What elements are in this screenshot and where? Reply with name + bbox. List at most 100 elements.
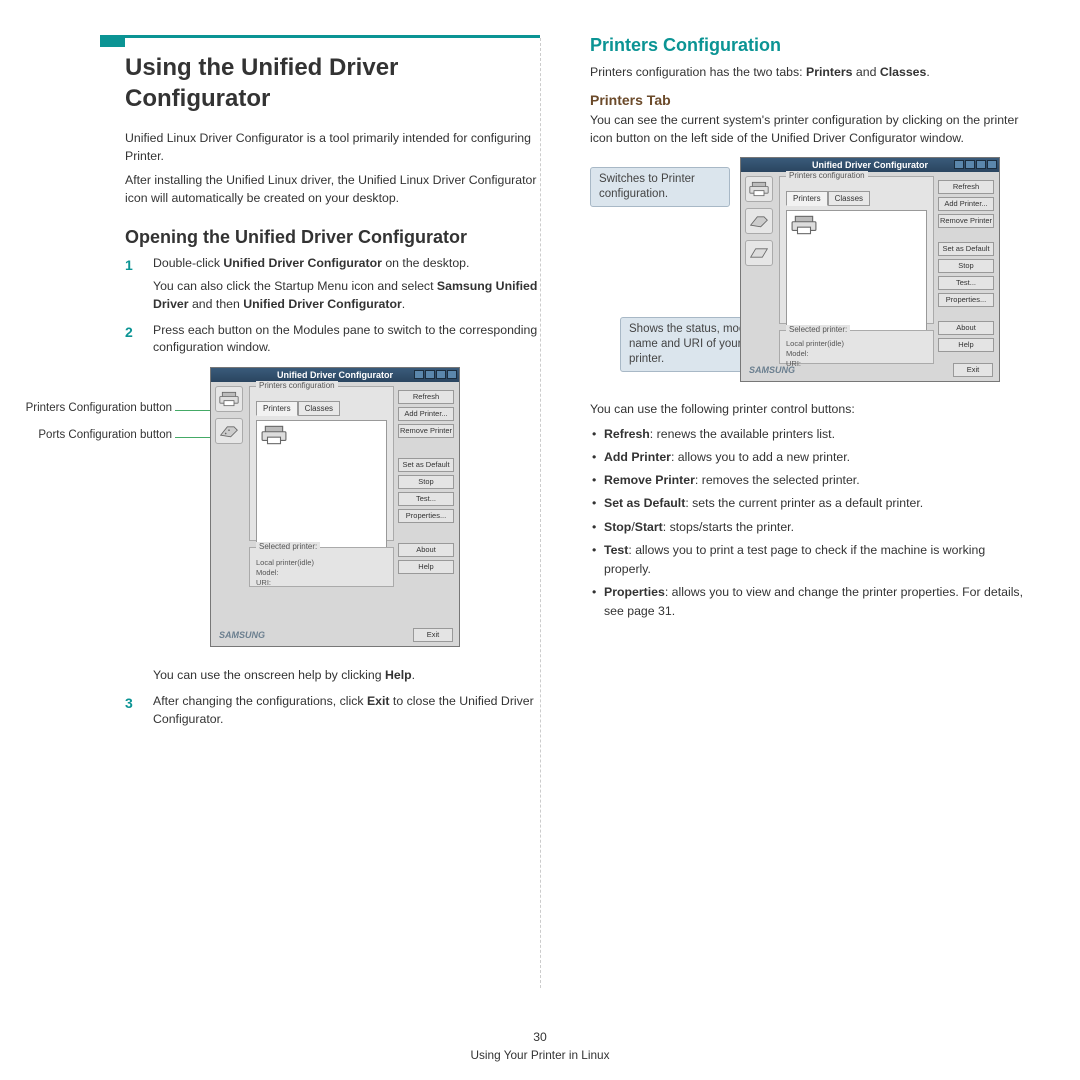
text: : removes the selected printer. — [695, 473, 860, 487]
bold-text: Help — [385, 668, 412, 682]
scanners-module-button[interactable] — [745, 240, 773, 266]
bold-text: Set as Default — [604, 496, 685, 510]
page-number: 30 — [0, 1030, 1080, 1044]
accent-bar — [100, 35, 125, 47]
window-footer: SAMSUNG Exit — [749, 363, 993, 377]
control-buttons: Refresh Add Printer... Remove Printer Se… — [938, 180, 994, 352]
text: : renews the available printers list. — [650, 427, 835, 441]
text: on the desktop. — [382, 256, 470, 270]
bold-text: Unified Driver Configurator — [223, 256, 382, 270]
set-default-button[interactable]: Set as Default — [938, 242, 994, 256]
add-printer-button[interactable]: Add Printer... — [938, 197, 994, 211]
window-titlebar: Unified Driver Configurator — [741, 158, 999, 172]
callout-printers-config: Printers Configuration button — [2, 402, 172, 414]
test-button[interactable]: Test... — [398, 492, 454, 506]
remove-printer-button[interactable]: Remove Printer — [938, 214, 994, 228]
configurator-window: Unified Driver Configurator — [740, 157, 1000, 382]
about-button[interactable]: About — [938, 321, 994, 335]
printer-icon — [261, 425, 287, 445]
remove-printer-button[interactable]: Remove Printer — [398, 424, 454, 438]
ports-module-button[interactable] — [215, 418, 243, 444]
test-button[interactable]: Test... — [938, 276, 994, 290]
bold-text: Printers — [806, 65, 852, 79]
samsung-logo: SAMSUNG — [219, 630, 265, 640]
group-label: Printers configuration — [786, 171, 868, 180]
callout-ports-config: Ports Configuration button — [2, 429, 172, 441]
accent-line — [125, 35, 540, 38]
selected-status: Local printer(idle) — [256, 558, 387, 568]
help-button[interactable]: Help — [938, 338, 994, 352]
section-title: Using the Unified Driver Configurator — [125, 52, 540, 114]
button-descriptions: Refresh: renews the available printers l… — [590, 425, 1035, 620]
configurator-window: Unified Driver Configurator Printers con… — [210, 367, 460, 647]
bold-text: Stop — [604, 520, 631, 534]
text: You can use the onscreen help by clickin… — [153, 668, 385, 682]
group-label: Printers configuration — [256, 381, 338, 390]
ports-module-button[interactable] — [745, 208, 773, 234]
intro-p1: Unified Linux Driver Configurator is a t… — [125, 130, 540, 166]
stop-button[interactable]: Stop — [398, 475, 454, 489]
list-item: Remove Printer: removes the selected pri… — [590, 471, 1035, 490]
selected-model: Model: — [786, 349, 927, 359]
page-footer: 30 Using Your Printer in Linux — [0, 1030, 1080, 1062]
subsection-title: Printers Tab — [590, 92, 1035, 108]
left-column: Using the Unified Driver Configurator Un… — [45, 35, 540, 995]
properties-button[interactable]: Properties... — [398, 509, 454, 523]
modules-sidebar — [215, 386, 245, 444]
intro-p2: After installing the Unified Linux drive… — [125, 172, 540, 208]
samsung-logo: SAMSUNG — [749, 365, 795, 375]
printers-list[interactable] — [256, 420, 387, 550]
text: Shows the status, model name and URI of … — [629, 323, 754, 365]
window-controls[interactable] — [954, 160, 997, 169]
callout-switch-printer: Switches to Printer configuration. — [590, 167, 730, 207]
step-number: 3 — [125, 693, 133, 713]
window-controls[interactable] — [414, 370, 457, 379]
printer-icon — [219, 391, 239, 407]
selected-printer-group: Selected printer: Local printer(idle) Mo… — [779, 330, 934, 364]
bold-text: Add Printer — [604, 450, 671, 464]
list-item: Set as Default: sets the current printer… — [590, 494, 1035, 513]
list-item: Add Printer: allows you to add a new pri… — [590, 448, 1035, 467]
tab-classes[interactable]: Classes — [298, 401, 340, 416]
control-buttons: Refresh Add Printer... Remove Printer Se… — [398, 390, 454, 574]
group-label: Selected printer: — [786, 325, 850, 334]
stop-button[interactable]: Stop — [938, 259, 994, 273]
refresh-button[interactable]: Refresh — [938, 180, 994, 194]
tab-printers[interactable]: Printers — [786, 191, 828, 206]
exit-button[interactable]: Exit — [953, 363, 993, 377]
printers-module-button[interactable] — [745, 176, 773, 202]
add-printer-button[interactable]: Add Printer... — [398, 407, 454, 421]
tab-classes[interactable]: Classes — [828, 191, 870, 206]
buttons-intro: You can use the following printer contro… — [590, 401, 1035, 419]
printers-config-group: Printers configuration Printers Classes — [249, 386, 394, 541]
steps-list: 1 Double-click Unified Driver Configurat… — [125, 255, 540, 357]
selected-model: Model: — [256, 568, 387, 578]
refresh-button[interactable]: Refresh — [398, 390, 454, 404]
right-column: Printers Configuration Printers configur… — [590, 35, 1035, 995]
text: and then — [189, 297, 244, 311]
port-icon — [219, 423, 239, 439]
help-button[interactable]: Help — [398, 560, 454, 574]
printers-module-button[interactable] — [215, 386, 243, 412]
set-default-button[interactable]: Set as Default — [398, 458, 454, 472]
bold-text: Exit — [367, 694, 390, 708]
printer-icon — [791, 215, 817, 235]
properties-button[interactable]: Properties... — [938, 293, 994, 307]
text: . — [412, 668, 415, 682]
column-divider — [540, 38, 541, 988]
group-label: Selected printer: — [256, 542, 320, 551]
text: : stops/starts the printer. — [663, 520, 794, 534]
modules-sidebar — [745, 176, 775, 266]
bold-text: Refresh — [604, 427, 650, 441]
tabs: Printers Classes — [786, 191, 927, 206]
main-pane: Printers configuration Printers Classes … — [249, 386, 394, 616]
text: Switches to Printer configuration. — [599, 173, 695, 200]
exit-button[interactable]: Exit — [413, 628, 453, 642]
printers-list[interactable] — [786, 210, 927, 332]
about-button[interactable]: About — [398, 543, 454, 557]
list-item: Test: allows you to print a test page to… — [590, 541, 1035, 579]
steps-list-cont: You can use the onscreen help by clickin… — [125, 667, 540, 728]
selected-status: Local printer(idle) — [786, 339, 927, 349]
tab-printers[interactable]: Printers — [256, 401, 298, 416]
step-number: 1 — [125, 255, 133, 275]
